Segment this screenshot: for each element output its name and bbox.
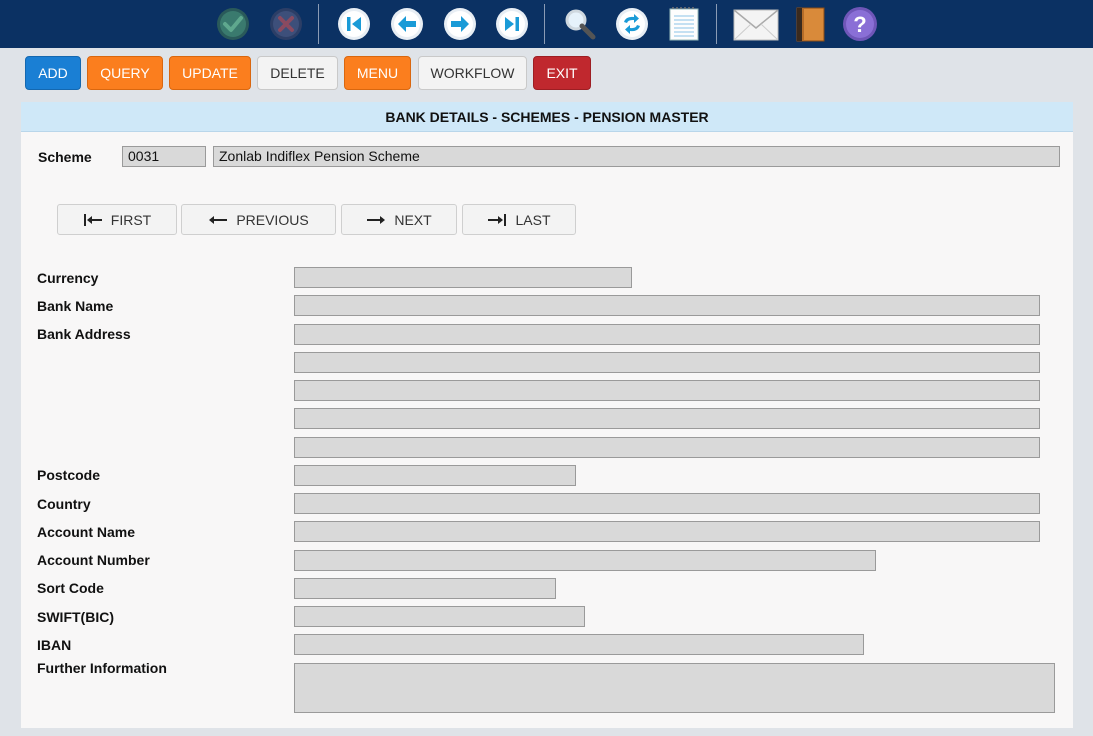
svg-text:?: ?: [853, 12, 866, 37]
mail-icon[interactable]: [733, 6, 779, 42]
last-label: LAST: [515, 211, 551, 228]
menu-button[interactable]: MENU: [344, 56, 411, 90]
last-button[interactable]: LAST: [462, 204, 576, 235]
add-button[interactable]: ADD: [25, 56, 81, 90]
bank-name-label: Bank Name: [37, 298, 114, 314]
delete-button[interactable]: DELETE: [257, 56, 338, 90]
exit-button[interactable]: EXIT: [533, 56, 591, 90]
next-record-icon[interactable]: [442, 6, 478, 42]
swift-field[interactable]: [294, 606, 585, 627]
toolbar-divider: [716, 4, 717, 44]
top-toolbar: ?: [0, 0, 1093, 48]
account-number-field[interactable]: [294, 550, 876, 571]
country-label: Country: [37, 496, 91, 512]
cancel-icon[interactable]: [268, 6, 304, 42]
refresh-icon[interactable]: [614, 6, 650, 42]
swift-label: SWIFT(BIC): [37, 609, 114, 625]
scheme-name-field[interactable]: Zonlab Indiflex Pension Scheme: [213, 146, 1060, 167]
help-icon[interactable]: ?: [842, 6, 878, 42]
bank-details-panel: BANK DETAILS - SCHEMES - PENSION MASTER …: [21, 102, 1073, 728]
postcode-label: Postcode: [37, 467, 101, 483]
bank-address-label: Bank Address: [37, 326, 131, 342]
further-information-label: Further Information: [37, 660, 167, 676]
search-icon[interactable]: [562, 6, 598, 42]
country-field[interactable]: [294, 493, 1040, 514]
book-icon[interactable]: [792, 6, 828, 42]
first-label: FIRST: [110, 211, 152, 228]
notepad-icon[interactable]: [666, 6, 702, 42]
account-name-field[interactable]: [294, 521, 1040, 542]
next-arrow-icon: [367, 215, 386, 224]
bank-address-line-1[interactable]: [294, 324, 1040, 345]
toolbar-divider: [318, 4, 319, 44]
further-information-field[interactable]: [294, 663, 1055, 713]
toolbar-divider: [544, 4, 545, 44]
first-button[interactable]: FIRST: [57, 204, 177, 235]
iban-label: IBAN: [37, 637, 72, 653]
bank-name-field[interactable]: [294, 295, 1040, 316]
bank-address-line-5[interactable]: [294, 437, 1040, 458]
postcode-field[interactable]: [294, 465, 576, 486]
sort-code-label: Sort Code: [37, 580, 104, 596]
check-icon[interactable]: [215, 6, 251, 42]
currency-label: Currency: [37, 270, 99, 286]
iban-field[interactable]: [294, 634, 864, 655]
last-record-icon[interactable]: [494, 6, 530, 42]
previous-record-icon[interactable]: [389, 6, 425, 42]
account-name-label: Account Name: [37, 524, 136, 540]
workflow-button[interactable]: WORKFLOW: [418, 56, 527, 90]
bank-address-line-4[interactable]: [294, 408, 1040, 429]
last-arrow-icon: [488, 213, 507, 226]
scheme-label: Scheme: [38, 149, 92, 165]
update-button[interactable]: UPDATE: [169, 56, 251, 90]
panel-title: BANK DETAILS - SCHEMES - PENSION MASTER: [21, 102, 1073, 132]
currency-field[interactable]: [294, 267, 632, 288]
bank-address-line-2[interactable]: [294, 352, 1040, 373]
first-arrow-icon: [83, 213, 102, 226]
previous-arrow-icon: [209, 215, 228, 224]
query-button[interactable]: QUERY: [87, 56, 163, 90]
scheme-code-field[interactable]: 0031: [122, 146, 206, 167]
next-label: NEXT: [394, 211, 432, 228]
sort-code-field[interactable]: [294, 578, 556, 599]
account-number-label: Account Number: [37, 552, 150, 568]
previous-label: PREVIOUS: [236, 211, 309, 228]
previous-button[interactable]: PREVIOUS: [181, 204, 336, 235]
next-button[interactable]: NEXT: [341, 204, 457, 235]
bank-address-line-3[interactable]: [294, 380, 1040, 401]
first-record-icon[interactable]: [336, 6, 372, 42]
